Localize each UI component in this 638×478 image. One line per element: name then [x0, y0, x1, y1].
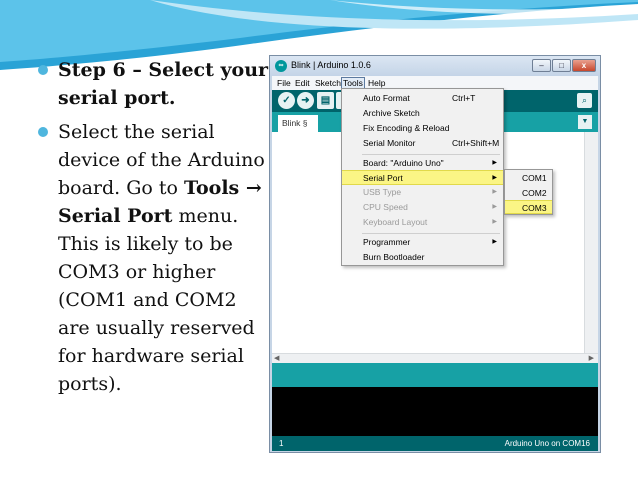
tab-menu-button[interactable]: ▼ [578, 115, 592, 129]
submenu-arrow-icon: ▶ [492, 160, 497, 166]
submenu-arrow-icon: ▶ [492, 239, 497, 245]
menu-item-board[interactable]: Board: "Arduino Uno" ▶ [342, 156, 503, 171]
submenu-arrow-icon: ▶ [492, 189, 497, 195]
console-output [272, 387, 598, 436]
bullet-instructions: Select the serial device of the Arduino … [38, 118, 270, 398]
board-port-status: Arduino Uno on COM16 [504, 439, 590, 448]
menu-edit[interactable]: Edit [294, 77, 311, 89]
message-area [272, 363, 598, 387]
menu-item-serial-monitor[interactable]: Serial Monitor Ctrl+Shift+M [342, 136, 503, 151]
serial-port-com1[interactable]: COM1 [505, 171, 552, 185]
horizontal-scrollbar[interactable]: ◀ ▶ [272, 353, 598, 363]
verify-button[interactable]: ✓ [278, 92, 295, 109]
menu-separator [362, 233, 500, 234]
instruction-text-2: menu. This is likely to be COM3 or highe… [58, 205, 255, 395]
vertical-scrollbar[interactable] [584, 132, 598, 353]
tools-menu-dropdown: Auto Format Ctrl+T Archive Sketch Fix Enc… [341, 88, 504, 266]
slide-bullets: Step 6 – Select your serial port. Select… [38, 56, 270, 398]
upload-button[interactable]: ➜ [297, 92, 314, 109]
menu-item-keyboard-layout: Keyboard Layout ▶ [342, 215, 503, 230]
new-button[interactable]: ▤ [317, 92, 334, 109]
maximize-button[interactable]: □ [552, 59, 571, 72]
tab-blink[interactable]: Blink § [278, 115, 318, 132]
menu-sketch[interactable]: Sketch [314, 77, 342, 89]
line-number: 1 [279, 439, 284, 448]
submenu-arrow-icon: ▶ [492, 219, 497, 225]
menu-file[interactable]: File [276, 77, 292, 89]
serial-port-com3[interactable]: COM3 [505, 200, 552, 214]
menu-item-archive-sketch[interactable]: Archive Sketch [342, 106, 503, 121]
close-button[interactable]: x [572, 59, 596, 72]
minimize-button[interactable]: – [532, 59, 551, 72]
menu-item-fix-encoding[interactable]: Fix Encoding & Reload [342, 121, 503, 136]
menu-item-auto-format[interactable]: Auto Format Ctrl+T [342, 91, 503, 106]
menu-item-cpu-speed: CPU Speed ▶ [342, 200, 503, 215]
menu-item-usb-type: USB Type ▶ [342, 185, 503, 200]
menu-item-burn-bootloader[interactable]: Burn Bootloader [342, 250, 503, 265]
menu-separator [362, 154, 500, 155]
window-titlebar[interactable]: ∞ Blink | Arduino 1.0.6 – □ x [270, 56, 600, 76]
serial-monitor-button[interactable]: ⌕ [577, 93, 592, 108]
menu-item-serial-port[interactable]: Serial Port ▶ [342, 170, 503, 185]
serial-port-submenu: COM1 COM2 COM3 [504, 169, 553, 215]
submenu-arrow-icon: ▶ [492, 175, 497, 181]
arduino-logo-icon: ∞ [275, 60, 287, 72]
window-title: Blink | Arduino 1.0.6 [291, 60, 371, 70]
submenu-arrow-icon: ▶ [492, 204, 497, 210]
status-bar: 1 Arduino Uno on COM16 [272, 436, 598, 451]
menu-item-programmer[interactable]: Programmer ▶ [342, 235, 503, 250]
serial-port-com2[interactable]: COM2 [505, 186, 552, 200]
bullet-step-title: Step 6 – Select your serial port. [38, 56, 270, 112]
